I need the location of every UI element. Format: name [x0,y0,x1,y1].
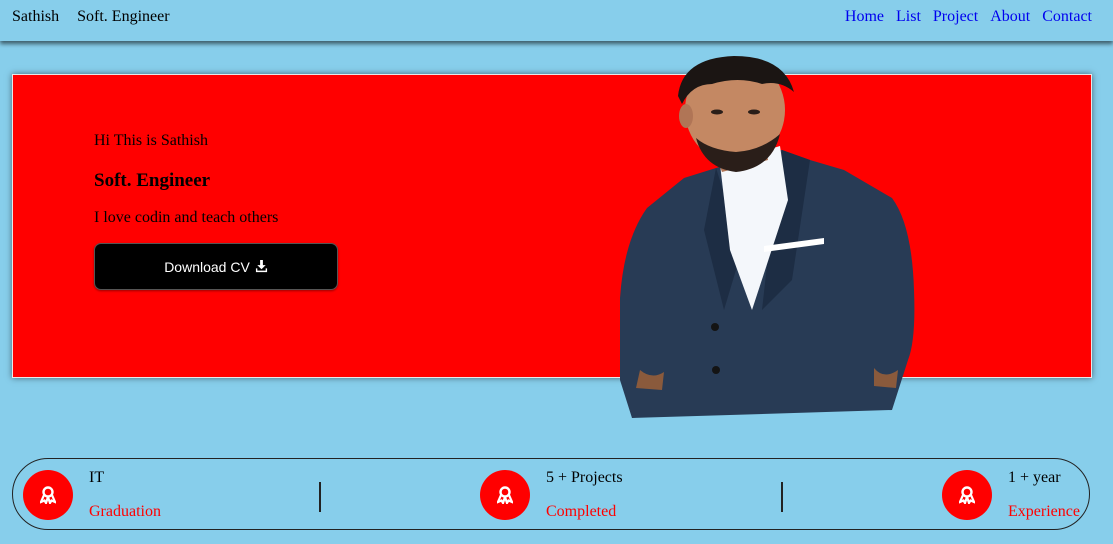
nav-link-contact[interactable]: Contact [1042,8,1092,25]
nav-link-about[interactable]: About [990,8,1030,25]
award-icon [942,470,992,520]
brand-role: Soft. Engineer [77,8,170,25]
navbar: Sathish Soft. Engineer Home List Project… [0,0,1113,41]
hero-tagline: I love codin and teach others [94,209,279,226]
hero-greeting: Hi This is Sathish [94,132,208,149]
stat-subtitle: Completed [546,503,617,520]
stat-title: IT [89,469,105,486]
profile-photo [620,56,915,418]
award-icon [23,470,73,520]
nav-links: Home List Project About Contact [837,8,1092,26]
nav-link-project[interactable]: Project [933,8,978,25]
stat-subtitle: Experience [1008,503,1080,520]
award-icon [480,470,530,520]
brand-name: Sathish [12,8,60,25]
stats-bar: IT Graduation 5 + Projects Completed 1 +… [12,458,1090,530]
download-icon [255,260,267,273]
hero-banner: Hi This is Sathish Soft. Engineer I love… [12,74,1092,378]
download-cv-button[interactable]: Download CV [94,243,338,290]
divider [781,482,783,512]
stat-title: 5 + Projects [546,469,623,486]
divider [319,482,321,512]
stat-title: 1 + year [1008,469,1061,486]
stat-subtitle: Graduation [89,503,161,520]
brand: Sathish Soft. Engineer [12,8,184,26]
nav-link-list[interactable]: List [896,8,921,25]
download-cv-label: Download CV [164,258,250,275]
hero-role: Soft. Engineer [94,170,211,191]
nav-link-home[interactable]: Home [845,8,884,25]
